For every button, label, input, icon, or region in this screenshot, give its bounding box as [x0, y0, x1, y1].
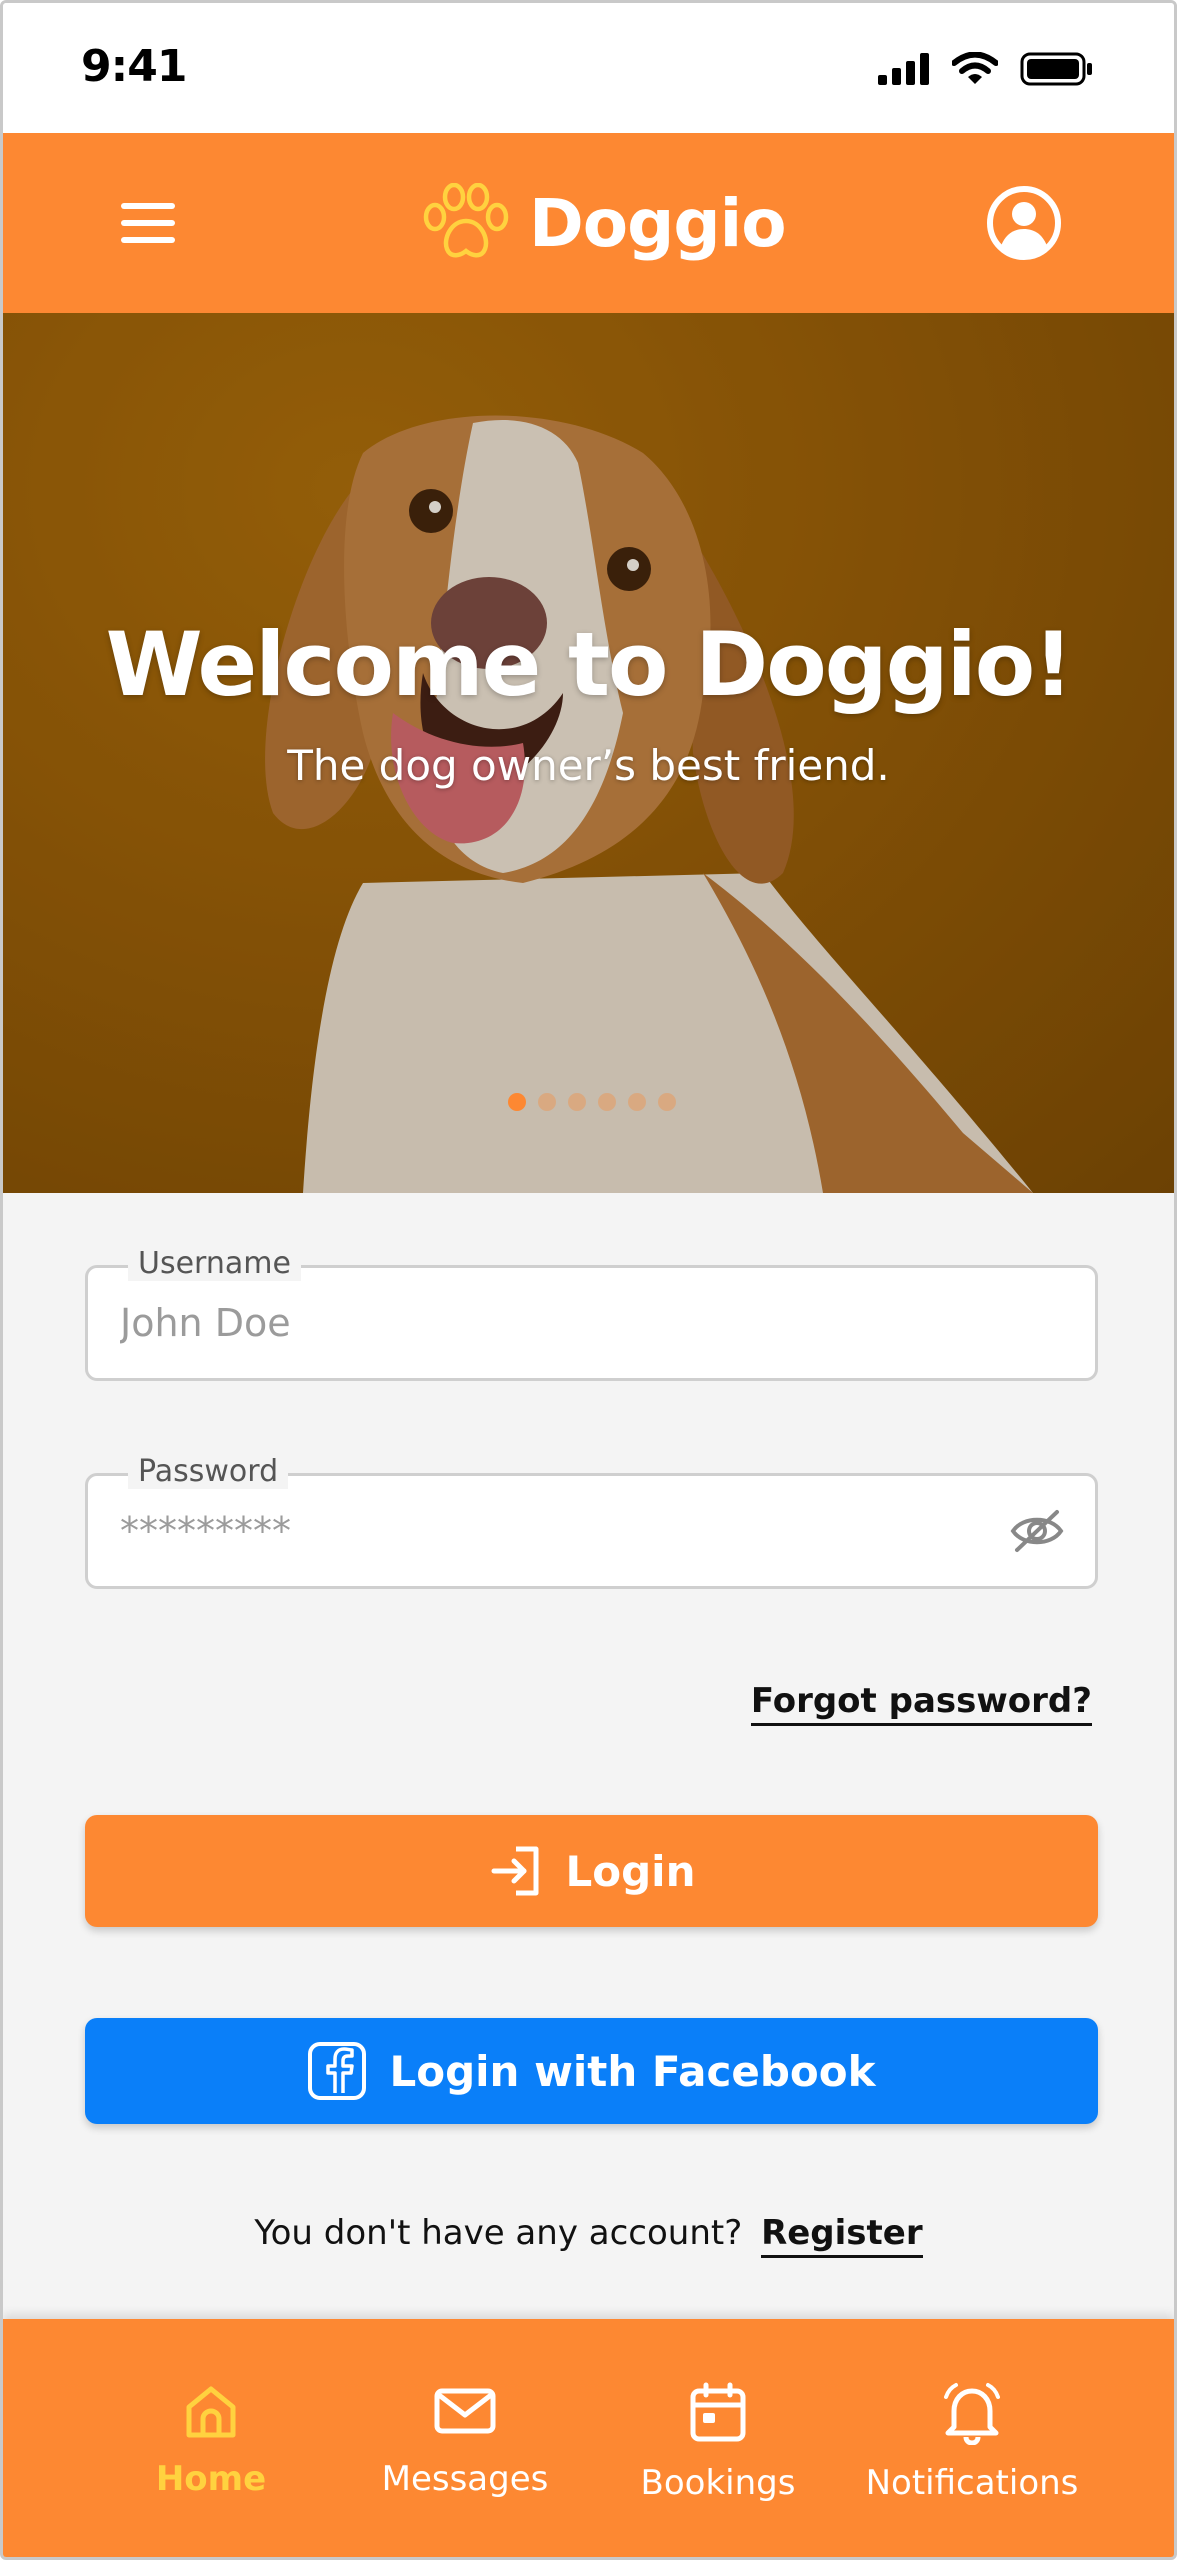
brand-logo: Doggio: [421, 175, 787, 271]
carousel-dot[interactable]: [568, 1093, 586, 1111]
password-field: Password: [85, 1454, 1098, 1589]
home-icon: [186, 2386, 236, 2438]
username-field: Username: [85, 1246, 1098, 1381]
nav-label-notifications: Notifications: [865, 2463, 1079, 2503]
register-row: You don't have any account? Register: [3, 2213, 1174, 2258]
status-bar: 9:41: [3, 3, 1174, 133]
brand-name: Doggio: [529, 184, 787, 262]
nav-item-bookings[interactable]: Bookings: [603, 2381, 833, 2521]
mail-icon: [434, 2388, 496, 2434]
bottom-nav: Home Messages Bookings Notifications: [3, 2319, 1174, 2557]
app-header: Doggio: [3, 133, 1174, 313]
status-time: 9:41: [81, 41, 187, 92]
nav-label-home: Home: [155, 2459, 267, 2499]
battery-icon: [1020, 52, 1092, 86]
forgot-password-link[interactable]: Forgot password?: [750, 1681, 1092, 1726]
paw-logo-icon: [423, 183, 509, 258]
profile-button[interactable]: [984, 183, 1064, 263]
phone-frame: 9:41 Doggio Welcome to Doggio! The dog o…: [0, 0, 1177, 2560]
hero-title: Welcome to Doggio!: [105, 613, 1074, 716]
nav-label-messages: Messages: [381, 2459, 549, 2499]
user-circle-icon: [987, 186, 1061, 260]
menu-icon-bar: [121, 220, 175, 226]
bell-icon: [944, 2383, 1000, 2445]
register-prompt: You don't have any account?: [254, 2213, 743, 2253]
menu-button[interactable]: [113, 195, 183, 251]
facebook-icon: [308, 2042, 367, 2100]
carousel-dot-active[interactable]: [508, 1093, 526, 1111]
register-link[interactable]: Register: [761, 2213, 923, 2258]
login-button[interactable]: Login: [85, 1815, 1098, 1927]
login-label: Login: [565, 1846, 696, 1896]
nav-item-notifications[interactable]: Notifications: [857, 2381, 1087, 2521]
login-icon: [491, 1846, 538, 1896]
menu-icon: [121, 203, 175, 209]
carousel-dot[interactable]: [598, 1093, 616, 1111]
menu-icon-bar: [121, 237, 175, 243]
eye-off-icon: [1010, 1510, 1064, 1552]
nav-item-messages[interactable]: Messages: [350, 2381, 580, 2521]
status-icons: [878, 49, 1094, 89]
signal-icon: [878, 53, 929, 85]
carousel-dots: [508, 1093, 676, 1111]
wifi-icon: [952, 52, 998, 84]
carousel-dot[interactable]: [538, 1093, 556, 1111]
toggle-password-visibility-button[interactable]: [1009, 1506, 1065, 1556]
nav-label-bookings: Bookings: [640, 2463, 796, 2503]
login-with-facebook-button[interactable]: Login with Facebook: [85, 2018, 1098, 2124]
calendar-icon: [690, 2382, 746, 2442]
hero-subtitle: The dog owner’s best friend.: [287, 741, 890, 790]
username-input[interactable]: [120, 1268, 1020, 1378]
facebook-label: Login with Facebook: [389, 2046, 876, 2096]
nav-item-home[interactable]: Home: [96, 2381, 326, 2521]
password-input[interactable]: [120, 1476, 1020, 1586]
carousel-dot[interactable]: [658, 1093, 676, 1111]
carousel-dot[interactable]: [628, 1093, 646, 1111]
hero-carousel[interactable]: Welcome to Doggio! The dog owner’s best …: [3, 313, 1174, 1193]
